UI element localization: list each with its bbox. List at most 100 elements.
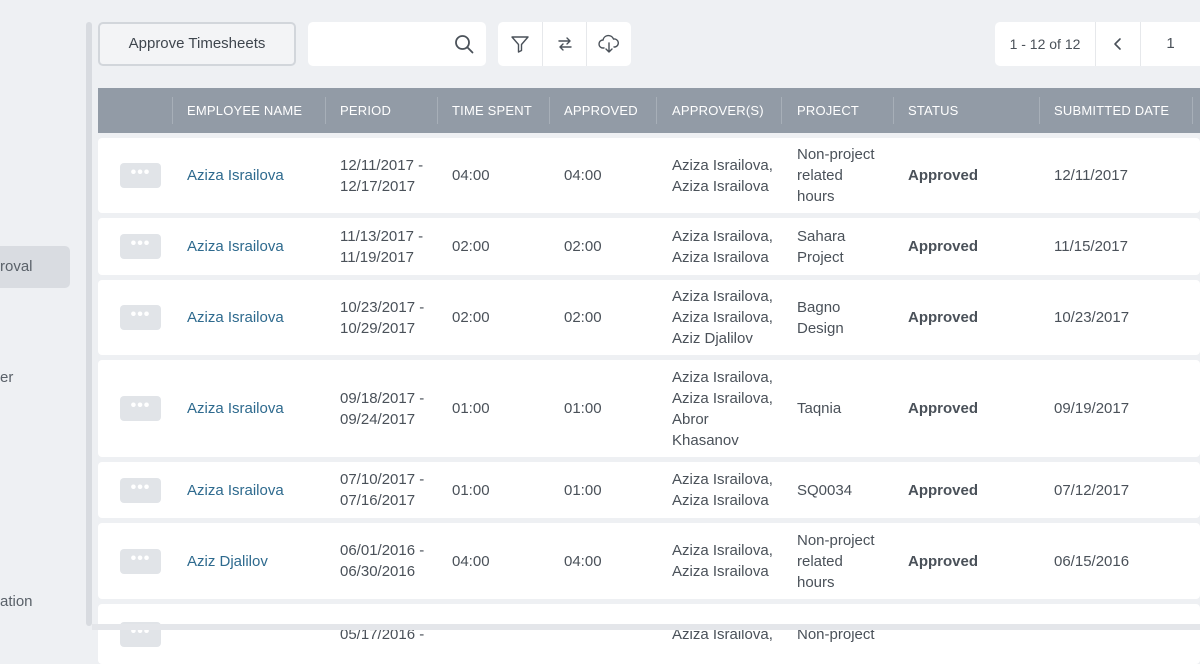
column-divider xyxy=(549,97,550,124)
employee-name-link[interactable]: Aziza Israilova xyxy=(187,307,284,328)
submitted-date-cell: 10/23/2017 xyxy=(1054,309,1130,326)
column-header-employee-name[interactable]: EMPLOYEE NAME xyxy=(187,88,302,133)
download-icon xyxy=(598,34,619,53)
approved-time-cell: 01:00 xyxy=(564,481,602,499)
table-row[interactable]: ••• Aziza Israilova 12/11/2017 - 12/17/2017… xyxy=(98,138,1200,213)
approve-timesheets-button[interactable]: Approve Timesheets xyxy=(98,22,296,66)
time-spent-cell: 02:00 xyxy=(452,238,490,255)
column-divider xyxy=(1192,97,1193,124)
table-row[interactable]: ••• Aziza Israilova 09/18/2017 - 09/24/2017… xyxy=(98,360,1200,457)
status-cell: Approved xyxy=(908,481,979,499)
column-divider xyxy=(325,97,326,124)
project-cell: Taqnia xyxy=(797,398,841,419)
table-tools xyxy=(498,22,631,66)
period-cell: 12/11/2017 - 12/17/2017 xyxy=(340,155,423,197)
period-cell: 10/23/2017 - 10/29/2017 xyxy=(340,297,424,339)
project-cell-line: hours xyxy=(797,573,835,591)
period-cell-line: 10/23/2017 - xyxy=(340,298,425,316)
period-cell-line: 06/01/2016 - xyxy=(340,542,425,559)
project-cell-line: Non-project xyxy=(797,531,875,549)
employee-name-link[interactable]: Aziz Djalilov xyxy=(187,551,268,572)
download-button[interactable] xyxy=(586,22,631,66)
time-spent-cell: 01:00 xyxy=(452,481,490,499)
column-header-submitted-date[interactable]: SUBMITTED DATE xyxy=(1054,88,1169,133)
row-menu-button[interactable]: ••• xyxy=(120,477,161,503)
approved-time-cell: 02:00 xyxy=(564,309,602,326)
period-cell-line: 09/24/2017 xyxy=(340,410,416,428)
search-box xyxy=(308,22,486,66)
employee-name-link[interactable]: Aziza Israilova xyxy=(187,236,284,257)
period-cell: 07/10/2017 - 07/16/2017 xyxy=(340,469,424,511)
row-menu-button[interactable]: ••• xyxy=(120,305,161,330)
submitted-date-cell: 09/19/2017 xyxy=(1054,400,1130,417)
approvers-cell-line: Aziza Israilova xyxy=(672,492,769,509)
submitted-date-cell: 12/11/2017 xyxy=(1054,167,1128,184)
table-row[interactable]: ••• Aziz Djalilov 06/01/2016 - 06/30/2016 04… xyxy=(98,523,1200,599)
approvers-cell-line: Aziza Israilova, xyxy=(672,309,773,326)
column-header-status[interactable]: STATUS xyxy=(908,88,959,133)
column-divider xyxy=(1039,97,1040,124)
sidebar-item-label: er xyxy=(0,369,14,386)
status-cell: Approved xyxy=(908,552,979,570)
table-row[interactable]: ••• 05/17/2016 - Aziza Israilova, Non-proje… xyxy=(98,604,1200,664)
employee-name-link[interactable]: Aziza Israilova xyxy=(187,398,284,419)
column-header-approvers[interactable]: APPROVER(S) xyxy=(672,88,764,133)
status-cell: Approved xyxy=(908,309,979,326)
column-header-project[interactable]: PROJECT xyxy=(797,88,859,133)
table-row[interactable]: ••• Aziza Israilova 10/23/2017 - 10/29/2017… xyxy=(98,280,1200,355)
approvers-cell-line: Aziza Israilova, xyxy=(672,368,773,386)
employee-name-link[interactable]: Aziza Israilova xyxy=(187,480,284,501)
horizontal-scrollbar[interactable] xyxy=(92,624,1200,630)
filter-button[interactable] xyxy=(498,22,542,66)
search-input[interactable] xyxy=(318,32,452,58)
project-cell-line: related xyxy=(797,552,843,570)
time-spent-cell: 02:00 xyxy=(452,309,490,326)
submitted-date-cell: 06/15/2016 xyxy=(1054,552,1130,570)
row-menu-button[interactable]: ••• xyxy=(120,396,161,421)
row-menu-button[interactable]: ••• xyxy=(120,234,161,259)
column-header-period[interactable]: PERIOD xyxy=(340,88,391,133)
project-cell-line: SQ0034 xyxy=(797,481,853,499)
project-cell-line: Project xyxy=(797,248,844,266)
column-header-time-spent[interactable]: TIME SPENT xyxy=(452,88,532,133)
project-cell-line: hours xyxy=(797,188,835,205)
time-spent-cell: 01:00 xyxy=(452,400,490,417)
table-header: EMPLOYEE NAME PERIOD TIME SPENT APPROVED… xyxy=(98,88,1200,133)
approvers-cell: Aziza Israilova, Aziza Israilova xyxy=(672,469,773,511)
sidebar-item-location[interactable]: ation xyxy=(0,593,33,610)
column-divider xyxy=(437,97,438,124)
status-cell: Approved xyxy=(908,167,979,184)
approved-time-cell: 02:00 xyxy=(564,238,602,255)
row-menu-button[interactable]: ••• xyxy=(120,163,161,188)
table-row[interactable]: ••• Aziza Israilova 11/13/2017 - 11/19/2017… xyxy=(98,218,1200,275)
project-cell: Sahara Project xyxy=(797,226,845,268)
time-spent-cell: 04:00 xyxy=(452,552,490,570)
sidebar-scrollbar[interactable] xyxy=(86,22,92,626)
employee-name-link[interactable]: Aziza Israilova xyxy=(187,165,284,186)
project-cell-line: Design xyxy=(797,319,844,337)
approvers-cell-line: Aziza Israilova, xyxy=(672,227,773,245)
approvers-cell-line: Aziza Israilova, xyxy=(672,288,773,305)
period-cell-line: 07/10/2017 - xyxy=(340,471,425,488)
sidebar-item-other[interactable]: er xyxy=(0,369,13,386)
sync-button[interactable] xyxy=(542,22,587,66)
approvers-cell-line: Aziza Israilova, xyxy=(672,389,773,407)
period-cell-line: 11/19/2017 xyxy=(340,248,414,266)
period-cell: 06/01/2016 - 06/30/2016 xyxy=(340,540,424,582)
column-header-approved[interactable]: APPROVED xyxy=(564,88,638,133)
row-menu-button[interactable]: ••• xyxy=(120,548,161,574)
project-cell-line: Sahara xyxy=(797,227,846,245)
approvers-cell-line: Aziza Israilova, xyxy=(672,542,773,559)
project-cell: Non-project related hours xyxy=(797,144,875,207)
column-divider xyxy=(781,97,782,124)
submitted-date-cell: 11/15/2017 xyxy=(1054,238,1128,255)
submitted-date-cell: 07/12/2017 xyxy=(1054,481,1130,499)
approvers-cell-line: Khasanov xyxy=(672,431,739,449)
previous-page-button[interactable] xyxy=(1096,22,1141,66)
page-number[interactable]: 1 xyxy=(1141,22,1200,66)
status-cell: Approved xyxy=(908,238,979,255)
period-cell: 09/18/2017 - 09/24/2017 xyxy=(340,388,424,430)
table-row[interactable]: ••• Aziza Israilova 07/10/2017 - 07/16/2017… xyxy=(98,462,1200,518)
search-icon[interactable] xyxy=(454,34,474,54)
sidebar-item-approval[interactable]: roval xyxy=(0,246,70,288)
